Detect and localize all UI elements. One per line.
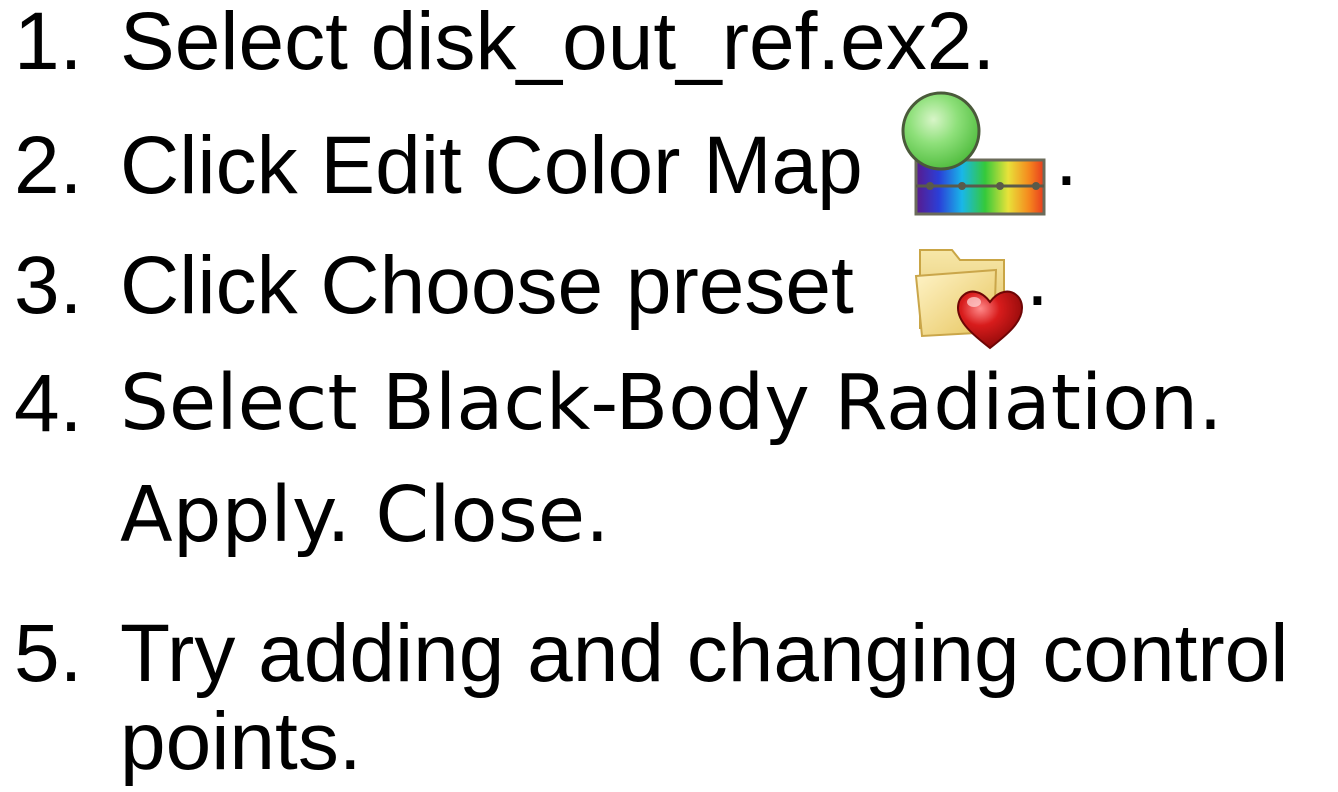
step-text: Click Edit Color Map xyxy=(120,120,863,211)
step-text: Select disk_out_ref.ex2. xyxy=(120,0,996,87)
step-number: 5. xyxy=(14,608,83,699)
step-text: Select Black-Body Radiation. xyxy=(120,359,1223,448)
choose-preset-icon xyxy=(914,249,1024,350)
step-text: Try adding and changing control xyxy=(120,608,1289,699)
step-number: 2. xyxy=(14,120,83,211)
step-number: 1. xyxy=(14,0,83,87)
step-number: 3. xyxy=(14,240,83,331)
step-number: 4. xyxy=(14,358,83,449)
step-suffix: . xyxy=(1055,112,1078,203)
step-text: Click Choose preset xyxy=(120,240,854,331)
step-text-continued: points. xyxy=(120,696,362,787)
step-suffix: . xyxy=(1026,232,1049,323)
edit-color-map-icon xyxy=(901,91,1046,216)
instruction-list: 1. Select disk_out_ref.ex2. 2. Click Edi… xyxy=(0,0,1338,787)
step-text-continued: Apply. Close. xyxy=(120,471,610,560)
